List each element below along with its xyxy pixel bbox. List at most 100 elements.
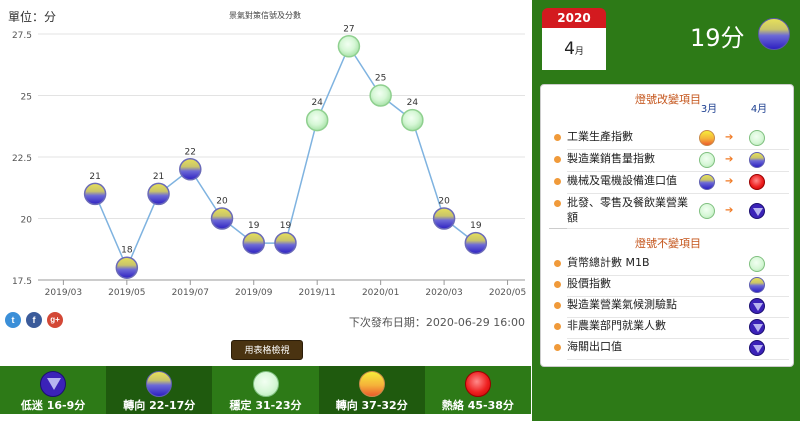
chart-title: 景氣對策信號及分數: [229, 11, 301, 20]
green-lamp-icon: [699, 152, 715, 168]
yellow-blue-lamp-icon: [749, 277, 765, 293]
legend-item: 穩定 31-23分: [212, 366, 319, 414]
calendar-month-unit: 月: [574, 47, 584, 57]
data-point[interactable]: [210, 207, 234, 230]
col-curr-month: 4月: [750, 104, 768, 115]
data-point[interactable]: [305, 108, 329, 132]
y-tick-label: 25: [21, 93, 32, 103]
y-tick-label: 17.5: [12, 277, 32, 287]
data-point[interactable]: [432, 207, 456, 230]
bullet-icon: [554, 200, 561, 207]
green-lamp-icon: [699, 203, 715, 219]
line-chart: 17.52022.52527.52019/03 2019/05 2019/07 201…: [12, 24, 526, 298]
bullet-icon: [554, 156, 561, 163]
red-lamp-icon: [464, 371, 491, 397]
row-divider: [567, 171, 789, 172]
blue-down-triangle-icon: [749, 298, 765, 314]
data-label: 20: [216, 197, 228, 207]
data-label: 24: [407, 98, 419, 108]
current-score: 19分: [690, 24, 745, 52]
bullet-icon: [554, 134, 561, 141]
yellow-blue-lamp-icon: [749, 152, 765, 168]
signal-row: 製造業銷售量指數 ➔: [549, 151, 789, 172]
row-divider: [567, 228, 789, 229]
y-tick-label: 20: [21, 216, 33, 226]
legend-bar: 低迷 16-9分 轉向 22-17分 穩定 31-23分 轉向 37-32分 熱絡 45…: [0, 366, 532, 414]
y-tick-label: 22.5: [12, 154, 32, 164]
row-divider: [567, 193, 789, 194]
blue-down-triangle-icon: [749, 340, 765, 356]
bullet-icon: [554, 323, 561, 330]
chart-area: 17.5 20 22.5 25 27.5 2019/03 2019/05 2019/07 201…: [0, 0, 530, 305]
signal-name: 工業生產指數: [567, 130, 633, 143]
legend-item: 低迷 16-9分: [0, 366, 107, 414]
signal-name: 批發、零售及餐飲業營業額: [567, 196, 688, 224]
green-lamp-icon: [749, 130, 765, 146]
bullet-icon: [554, 302, 561, 309]
row-divider: [567, 359, 789, 360]
data-label: 19: [280, 221, 292, 231]
yellow-red-lamp-icon: [358, 371, 385, 397]
data-point[interactable]: [274, 231, 297, 255]
legend-item: 轉向 37-32分: [318, 366, 425, 414]
signal-name: 貨幣總計數 M1B: [567, 256, 650, 269]
twitter-icon[interactable]: t: [5, 312, 21, 328]
signal-row: 海關出口值: [549, 339, 789, 360]
arrow-right-icon: ➔: [725, 176, 734, 187]
y-tick-label: 27.5: [12, 31, 32, 41]
legend-label: 轉向 37-32分: [335, 399, 408, 412]
signal-row: 製造業營業氣候測驗點: [549, 297, 789, 318]
signal-row: 批發、零售及餐飲業營業額 ➔: [549, 195, 789, 229]
bullet-icon: [554, 344, 561, 351]
x-tick-label: 2019/11: [298, 288, 335, 298]
signal-name: 股價指數: [567, 277, 611, 290]
x-tick-label: 2020/05: [489, 288, 526, 298]
signal-row: 股價指數: [549, 276, 789, 297]
data-label: 18: [121, 246, 133, 256]
data-point[interactable]: [242, 231, 265, 255]
row-divider: [567, 149, 789, 150]
x-tick-label: 2020/01: [362, 288, 399, 298]
google-plus-icon[interactable]: g+: [47, 312, 63, 328]
signal-name: 製造業營業氣候測驗點: [567, 298, 677, 311]
unchanged-title: 燈號不變項目: [635, 237, 701, 250]
data-point[interactable]: [369, 84, 392, 107]
data-point[interactable]: [147, 182, 170, 206]
unit-label: 單位：分: [8, 10, 57, 24]
signal-row: 非農業部門就業人數: [549, 318, 789, 339]
bullet-icon: [554, 281, 561, 288]
legend-label: 穩定 31-23分: [229, 399, 302, 412]
calendar-month-number: 4: [564, 39, 575, 59]
data-point[interactable]: [179, 158, 202, 181]
red-lamp-icon: [749, 174, 765, 190]
arrow-right-icon: ➔: [725, 205, 734, 216]
signal-name: 海關出口值: [567, 340, 622, 353]
signal-name: 製造業銷售量指數: [567, 152, 655, 165]
legend-label: 低迷 16-9分: [20, 399, 86, 412]
data-point[interactable]: [401, 108, 424, 132]
data-point[interactable]: [337, 35, 361, 58]
data-label: 20: [438, 197, 450, 207]
data-label: 21: [89, 172, 100, 182]
facebook-icon[interactable]: f: [26, 312, 42, 328]
data-label: 19: [248, 221, 260, 231]
table-view-button[interactable]: 用表格檢視: [231, 340, 303, 360]
yellow-blue-lamp-icon: [699, 174, 715, 190]
next-release-date: 下次發布日期：2020-06-29 16:00: [348, 316, 525, 329]
green-lamp-icon: [749, 256, 765, 272]
data-point[interactable]: [115, 256, 139, 279]
data-point[interactable]: [464, 231, 488, 255]
blue-down-triangle-icon: [749, 203, 765, 219]
legend-item: 熱絡 45-38分: [424, 366, 532, 414]
green-lamp-icon: [252, 371, 279, 397]
blue-down-triangle-icon: [749, 319, 765, 335]
col-prev-month: 3月: [700, 104, 718, 115]
x-tick-label: 2019/09: [235, 288, 273, 298]
signal-row: 貨幣總計數 M1B: [549, 255, 789, 276]
calendar-year: 2020: [542, 8, 606, 28]
data-label: 22: [185, 147, 196, 157]
data-point[interactable]: [83, 182, 107, 206]
yellow-red-lamp-icon: [699, 130, 715, 146]
data-label: 25: [375, 74, 386, 84]
arrow-right-icon: ➔: [725, 154, 734, 165]
